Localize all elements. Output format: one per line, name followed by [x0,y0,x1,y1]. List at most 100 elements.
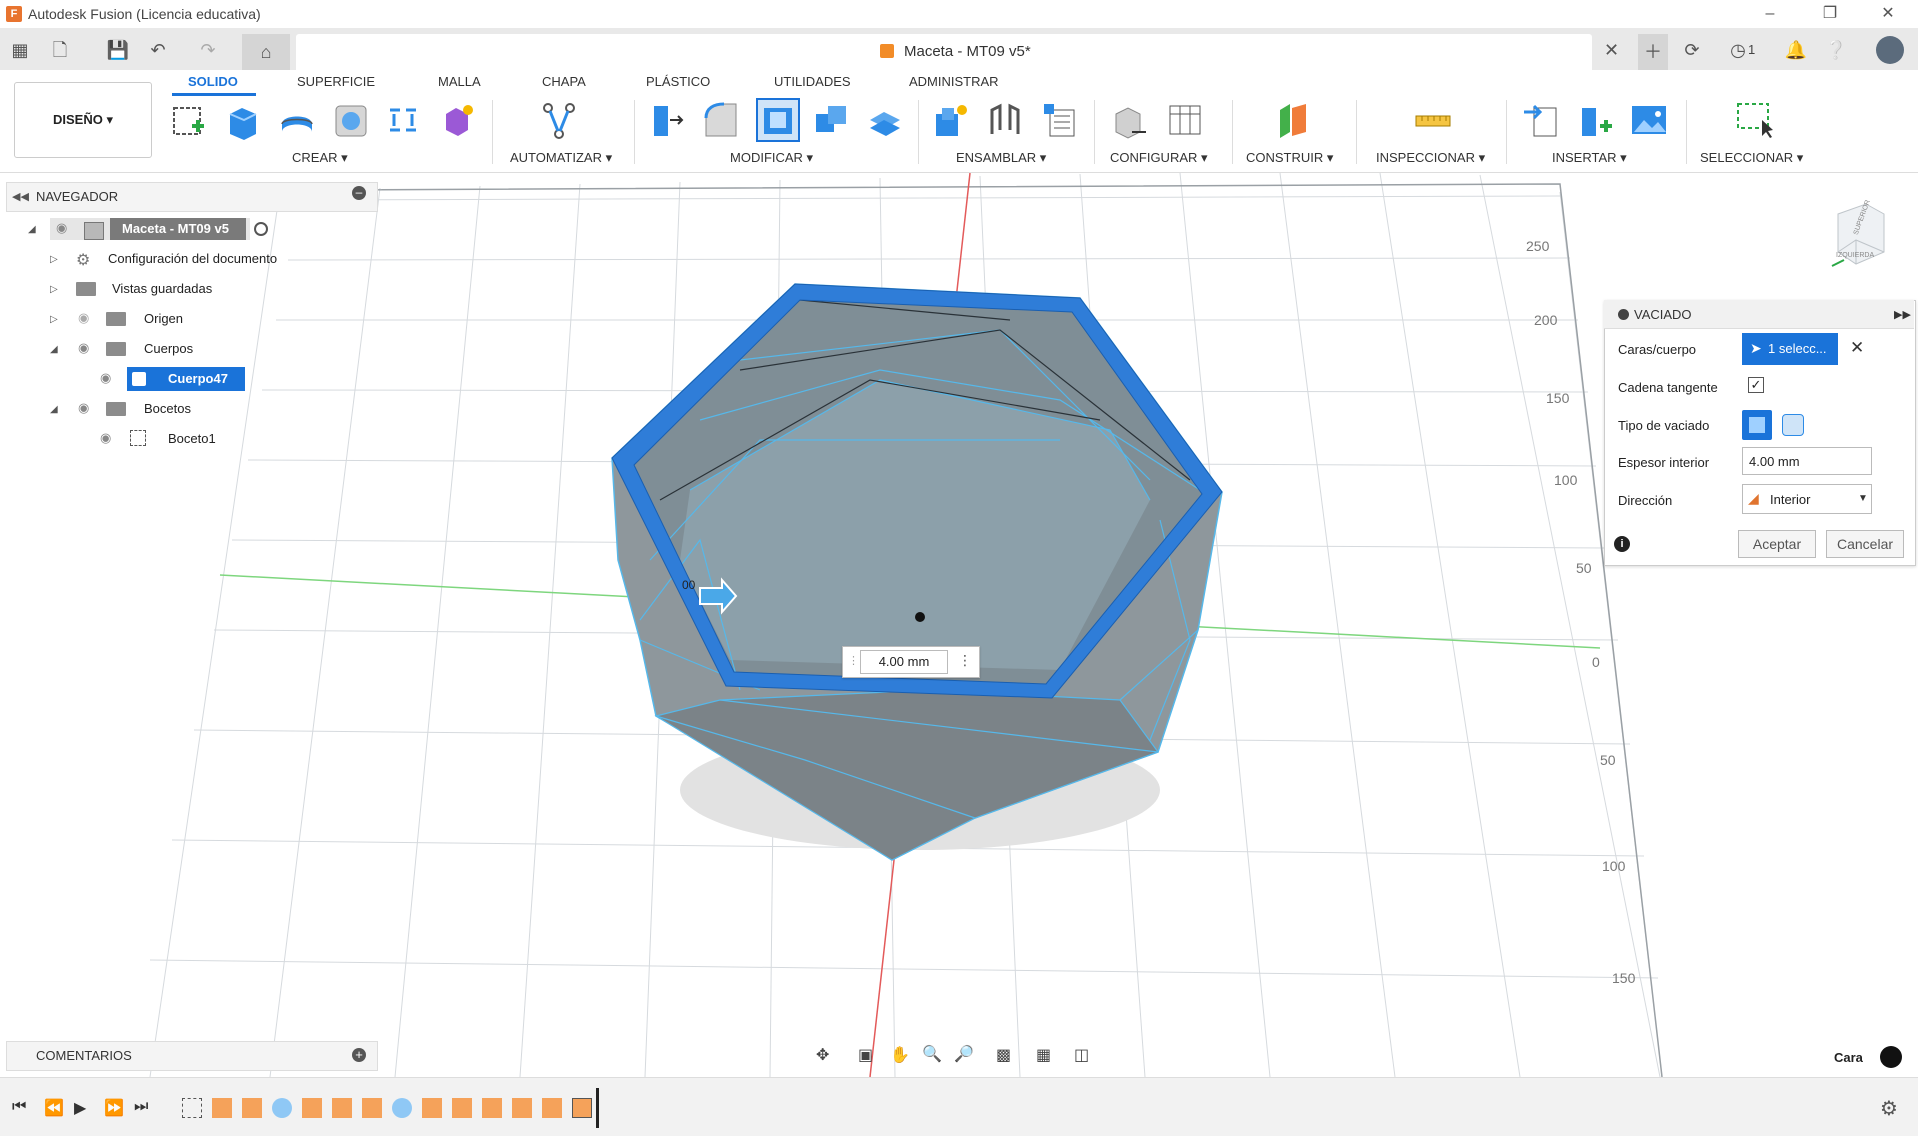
bill-of-materials-icon[interactable] [1040,100,1078,140]
panel-collapse-icon[interactable] [1618,309,1629,320]
dimension-input[interactable]: 4.00 mm [860,650,948,674]
timeline-pattern-feature[interactable] [392,1098,412,1118]
timeline-extrude-feature[interactable] [362,1098,382,1118]
redo-icon[interactable]: ↷ [196,38,220,62]
group-seleccionar[interactable]: SELECCIONAR ▾ [1700,150,1803,166]
avatar[interactable] [1876,36,1904,64]
new-component-icon[interactable] [932,100,970,140]
tab-solido[interactable]: SOLIDO [188,74,238,89]
automate-icon[interactable] [540,100,578,140]
revolve-icon[interactable] [278,100,316,140]
press-pull-icon[interactable] [648,100,686,140]
insert-mcmaster-icon[interactable] [1576,100,1614,140]
orbit-icon[interactable]: ✥ [816,1045,829,1065]
info-icon[interactable]: i [1614,536,1630,552]
measure-icon[interactable] [1414,100,1452,140]
activate-radio-icon[interactable] [254,222,268,236]
group-insertar[interactable]: INSERTAR ▾ [1552,150,1627,166]
collapse-panel-icon[interactable]: ◀◀ [12,190,29,203]
group-ensamblar[interactable]: ENSAMBLAR ▾ [956,150,1046,166]
navigator-item-sketch1[interactable]: Boceto1 [168,427,216,451]
selection-filter-icon[interactable] [1880,1046,1902,1068]
dimension-menu-icon[interactable]: ⋮ [958,652,972,669]
insert-derive-icon[interactable] [1522,100,1560,140]
timeline-extrude-feature[interactable] [332,1098,352,1118]
tab-chapa[interactable]: CHAPA [542,74,586,89]
timeline-pattern-feature[interactable] [272,1098,292,1118]
change-parameters-icon[interactable] [1112,100,1150,140]
expand-triangle-icon[interactable]: ▷ [50,314,58,325]
cancel-button[interactable]: Cancelar [1826,530,1904,558]
eye-hidden-icon[interactable]: ◉ [78,310,89,326]
timeline-extrude-feature[interactable] [212,1098,232,1118]
navigator-item-bodies[interactable]: Cuerpos [144,337,193,361]
ok-button[interactable]: Aceptar [1738,530,1816,558]
timeline-start-icon[interactable]: ⏮ [12,1098,26,1116]
group-crear[interactable]: CREAR ▾ [292,150,348,166]
timeline-marker[interactable] [596,1088,599,1128]
navigator-minimize-icon[interactable]: – [352,186,366,200]
eye-icon[interactable]: ◉ [56,220,67,236]
navigator-item-views[interactable]: Vistas guardadas [112,277,212,301]
timeline-prev-icon[interactable]: ⏪ [44,1098,64,1118]
insert-canvas-icon[interactable] [1630,100,1668,140]
tab-utilidades[interactable]: UTILIDADES [774,74,851,89]
timeline-sketch-feature[interactable] [182,1098,202,1118]
thickness-input[interactable]: 4.00 mm [1742,447,1872,475]
tab-administrar[interactable]: ADMINISTRAR [909,74,999,89]
timeline-shell-feature[interactable] [572,1098,592,1118]
eye-icon[interactable]: ◉ [100,370,111,386]
timeline-extrude-feature[interactable] [542,1098,562,1118]
fit-icon[interactable]: 🔎 [954,1044,974,1064]
construct-plane-icon[interactable] [1274,100,1312,140]
workspace-switcher[interactable]: DISEÑO ▾ [14,82,152,158]
group-configurar[interactable]: CONFIGURAR ▾ [1110,150,1208,166]
eye-icon[interactable]: ◉ [78,340,89,356]
close-window-icon[interactable]: ✕ [1868,2,1908,26]
display-settings-icon[interactable]: ▩ [996,1045,1011,1065]
timeline-extrude-feature[interactable] [302,1098,322,1118]
shell-icon[interactable] [756,98,800,142]
pan-icon[interactable]: ✋ [890,1045,910,1065]
expand-triangle-icon[interactable]: ▷ [50,254,58,265]
save-icon[interactable]: 💾 [106,38,130,62]
maximize-icon[interactable]: ❐ [1810,2,1850,26]
app-grid-icon[interactable]: ▦ [8,38,32,62]
eye-icon[interactable]: ◉ [100,430,111,446]
tab-superficie[interactable]: SUPERFICIE [297,74,375,89]
file-menu-icon[interactable]: 🗋 [48,38,72,62]
shell-type-rounded-button[interactable] [1782,414,1804,436]
add-comment-icon[interactable]: + [352,1048,366,1062]
viewports-icon[interactable]: ◫ [1074,1045,1089,1065]
drag-handle-icon[interactable]: ⋮ [848,654,859,667]
timeline-end-icon[interactable]: ⏭ [134,1098,148,1116]
look-at-icon[interactable]: ▣ [858,1045,873,1065]
group-modificar[interactable]: MODIFICAR ▾ [730,150,813,166]
undo-icon[interactable]: ↶ [146,38,170,62]
timeline-extrude-feature[interactable] [242,1098,262,1118]
expand-triangle-icon[interactable]: ◢ [50,344,58,355]
extrude-icon[interactable] [224,100,262,140]
create-form-icon[interactable] [438,100,476,140]
timeline-next-icon[interactable]: ⏩ [104,1098,124,1118]
pattern-icon[interactable] [384,100,422,140]
joint-icon[interactable] [986,100,1024,140]
timeline-extrude-feature[interactable] [482,1098,502,1118]
expand-triangle-icon[interactable]: ▷ [50,284,58,295]
grid-settings-icon[interactable]: ▦ [1036,1045,1051,1065]
fillet-icon[interactable] [702,100,740,140]
combine-icon[interactable] [812,100,850,140]
hole-icon[interactable] [332,100,370,140]
notifications-icon[interactable]: 🔔 [1784,38,1808,62]
navigator-item-config[interactable]: Configuración del documento [108,247,277,271]
group-inspeccionar[interactable]: INSPECCIONAR ▾ [1376,150,1485,166]
new-tab-icon[interactable]: ＋ [1638,34,1668,70]
close-tab-icon[interactable]: ✕ [1604,40,1619,61]
expand-triangle-icon[interactable]: ◢ [50,404,58,415]
help-icon[interactable]: ❔ [1824,38,1848,62]
timeline-extrude-feature[interactable] [512,1098,532,1118]
group-automatizar[interactable]: AUTOMATIZAR ▾ [510,150,612,166]
configure-table-icon[interactable] [1166,100,1204,140]
timeline-play-icon[interactable]: ▶ [74,1098,86,1118]
expand-triangle-icon[interactable]: ◢ [28,224,36,235]
